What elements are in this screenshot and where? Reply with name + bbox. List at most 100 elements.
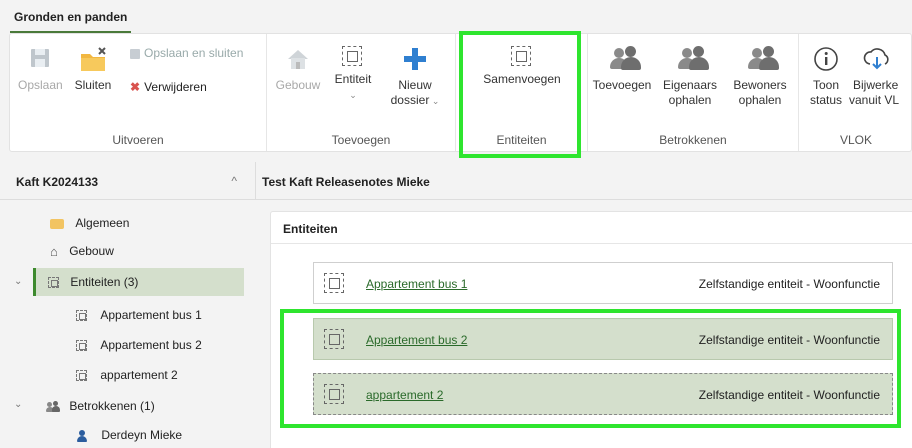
bijwerken-label: Bijwerke	[853, 78, 899, 92]
folder-icon	[50, 218, 64, 229]
samenvoegen-button[interactable]: Samenvoegen	[474, 40, 570, 87]
bijwerken-vanuit-vlok-button[interactable]: Bijwerke vanuit VL	[849, 40, 912, 108]
entity-link[interactable]: Appartement bus 1	[366, 277, 467, 291]
ophalen-label: ophalen	[738, 93, 782, 107]
gebouw-button[interactable]: Gebouw	[275, 40, 321, 93]
gebouw-label: Gebouw	[275, 78, 321, 92]
verwijderen-button[interactable]: ✖ Verwijderen	[130, 80, 207, 94]
tree-label-betrokkenen: Betrokkenen (1)	[69, 399, 155, 413]
eigenaars-ophalen-button[interactable]: Eigenaars ophalen	[660, 40, 720, 108]
entiteiten-card: Entiteiten Appartement bus 1 Zelfstandig…	[270, 211, 912, 448]
house-icon	[284, 46, 312, 74]
entity-icon	[76, 310, 87, 322]
plus-icon	[401, 46, 429, 74]
tree-item-appartement-bus-2[interactable]: Appartement bus 2	[76, 331, 202, 359]
entity-icon	[342, 46, 364, 68]
entity-icon	[76, 340, 87, 352]
ribbon: Opslaan Sluiten Opslaan en sluiten ✖ Verw…	[9, 33, 912, 152]
tree-label-entiteiten: Entiteiten (3)	[70, 275, 139, 289]
entity-row[interactable]: Appartement bus 1 Zelfstandige entiteit …	[313, 262, 893, 304]
delete-icon: ✖	[130, 80, 141, 94]
chevron-down-icon[interactable]: ⌄	[14, 276, 22, 287]
cloud-download-icon	[863, 46, 891, 74]
tab-gronden-en-panden[interactable]: Gronden en panden	[10, 6, 132, 33]
sluiten-label: Sluiten	[74, 78, 112, 92]
tab-strip: Gronden en panden	[0, 0, 912, 33]
toon-status-button[interactable]: Toon status	[807, 40, 845, 108]
group-label-vlok: VLOK	[839, 133, 872, 147]
group-vlok: Toon status Bijwerke vanuit VL VLOK	[799, 34, 912, 151]
chevron-up-icon[interactable]: ^	[231, 174, 237, 188]
chevron-down-icon: ⌄	[429, 96, 440, 106]
ophalen-label: ophalen	[668, 93, 712, 107]
group-label-toevoegen: Toevoegen	[331, 133, 391, 147]
entity-icon	[511, 46, 533, 68]
vanuit-vlok-label: vanuit VL	[849, 93, 900, 107]
entiteit-label: Entiteit	[334, 72, 372, 86]
tree-item-algemeen[interactable]: Algemeen	[50, 209, 129, 237]
status-label: status	[809, 93, 842, 107]
group-betrokkenen: Toevoegen Eigenaars ophalen Bewoners oph…	[588, 34, 799, 151]
save-close-icon	[130, 48, 140, 59]
nieuw-label: Nieuw	[398, 78, 432, 92]
nieuw-dossier-button[interactable]: Nieuw dossier ⌄	[385, 40, 445, 109]
kaft-detail-title: Test Kaft Releasenotes Mieke	[262, 175, 430, 189]
dossier-label: dossier	[390, 93, 430, 107]
kaft-title: Kaft K2024133	[16, 175, 99, 189]
sluiten-button[interactable]: Sluiten	[68, 40, 118, 93]
chevron-down-icon[interactable]: ⌄	[14, 399, 22, 410]
info-icon	[812, 46, 840, 74]
tree-item-appartement-2[interactable]: appartement 2	[76, 361, 178, 389]
entity-type: Zelfstandige entiteit - Woonfunctie	[698, 277, 880, 291]
group-entiteiten: Samenvoegen Entiteiten	[456, 34, 588, 151]
person-icon	[76, 429, 88, 442]
chevron-down-icon: ⌄	[349, 90, 357, 100]
card-header: Entiteiten	[271, 212, 912, 244]
opslaan-label: Opslaan	[18, 78, 63, 92]
card-title: Entiteiten	[283, 222, 338, 236]
left-panel-header: Kaft K2024133 ^	[0, 162, 256, 200]
eigenaars-label: Eigenaars	[662, 78, 718, 92]
entity-icon	[324, 273, 344, 293]
tree-label-derdeyn: Derdeyn Mieke	[101, 428, 183, 442]
tree-label-app2: Appartement bus 2	[100, 338, 202, 352]
tree-item-entiteiten[interactable]: Entiteiten (3)	[33, 268, 244, 296]
entity-link[interactable]: appartement 2	[366, 388, 443, 402]
entity-row[interactable]: Appartement bus 2 Zelfstandige entiteit …	[313, 318, 893, 360]
entity-link[interactable]: Appartement bus 2	[366, 333, 467, 347]
tree-item-betrokkenen[interactable]: Betrokkenen (1)	[46, 392, 155, 420]
tree-item-gebouw[interactable]: ⌂ Gebouw	[50, 237, 114, 265]
tree-item-derdeyn-mieke[interactable]: Derdeyn Mieke	[76, 421, 182, 448]
toevoegen-betrokkene-button[interactable]: Toevoegen	[590, 40, 654, 93]
entity-row[interactable]: appartement 2 Zelfstandige entiteit - Wo…	[313, 373, 893, 415]
bewoners-label: Bewoners	[733, 78, 787, 92]
group-label-entiteiten: Entiteiten	[496, 133, 547, 147]
entity-icon	[324, 329, 344, 349]
entity-type: Zelfstandige entiteit - Woonfunctie	[698, 388, 880, 402]
persons-icon	[608, 46, 641, 74]
entity-type: Zelfstandige entiteit - Woonfunctie	[698, 333, 880, 347]
group-label-uitvoeren: Uitvoeren	[112, 133, 164, 147]
persons-icon	[746, 46, 779, 74]
group-uitvoeren: Opslaan Sluiten Opslaan en sluiten ✖ Verw…	[10, 34, 267, 151]
tree-item-appartement-bus-1[interactable]: Appartement bus 1	[76, 301, 202, 329]
main-panel: Test Kaft Releasenotes Mieke Entiteiten …	[256, 162, 912, 448]
main-panel-header: Test Kaft Releasenotes Mieke	[256, 162, 912, 200]
opslaan-en-sluiten-label: Opslaan en sluiten	[144, 46, 244, 60]
group-label-betrokkenen: Betrokkenen	[659, 133, 727, 147]
save-icon	[26, 46, 54, 74]
opslaan-en-sluiten-button[interactable]: Opslaan en sluiten	[130, 46, 243, 60]
group-toevoegen: Gebouw Entiteit ⌄ Nieuw dossier ⌄ Toevoe…	[267, 34, 456, 151]
house-icon: ⌂	[50, 243, 58, 259]
tree-label-algemeen: Algemeen	[75, 216, 130, 230]
tree-label-app3: appartement 2	[100, 368, 178, 382]
verwijderen-label: Verwijderen	[144, 80, 207, 94]
toevoegen-label: Toevoegen	[592, 78, 652, 92]
opslaan-button[interactable]: Opslaan	[18, 40, 63, 93]
persons-icon	[46, 400, 60, 413]
bewoners-ophalen-button[interactable]: Bewoners ophalen	[728, 40, 792, 108]
left-panel: Kaft K2024133 ^ Algemeen ⌂ Gebouw ⌄ Enti…	[0, 162, 256, 448]
entiteit-button[interactable]: Entiteit ⌄	[333, 40, 373, 103]
entity-icon	[324, 384, 344, 404]
entity-icon	[48, 277, 59, 289]
